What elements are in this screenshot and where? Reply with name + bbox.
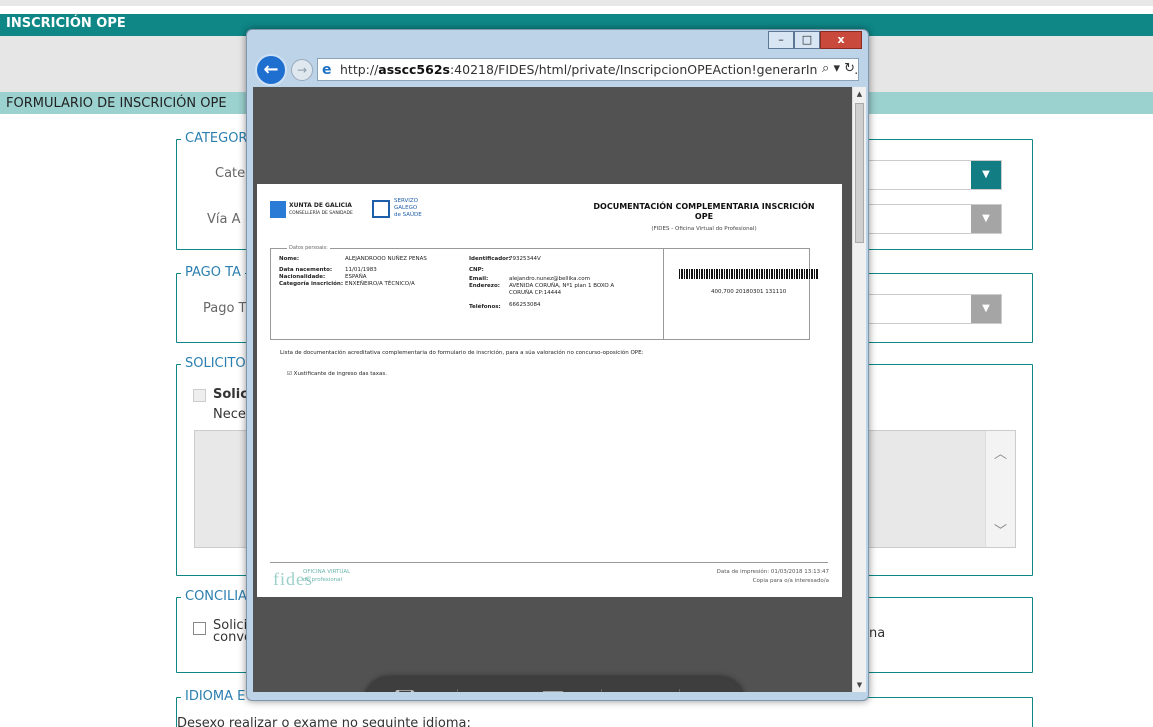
- conciliacion-checkbox[interactable]: [193, 622, 206, 635]
- scroll-thumb[interactable]: [855, 103, 864, 243]
- pdf-page: XUNTA DE GALICIA CONSELLERÍA DE SANIDADE…: [257, 184, 842, 597]
- toolbar-separator: [457, 689, 458, 692]
- box-divider: [663, 249, 664, 339]
- print-icon[interactable]: ⎙: [423, 689, 439, 692]
- chevron-down-icon: ▼: [971, 205, 1001, 233]
- field-label: Nacionalidade:: [279, 274, 326, 280]
- service-name-1: SERVIZO: [394, 198, 418, 204]
- url-prefix: http://: [340, 62, 379, 77]
- adobe-icon[interactable]: ⅄: [693, 689, 705, 692]
- window-controls: – □ x: [768, 31, 862, 49]
- pago-label: Pago T: [203, 301, 247, 316]
- chevron-down-icon: ▼: [971, 295, 1001, 323]
- doc-title-line1: DOCUMENTACIÓN COMPLEMENTARIA INSCRICIÓN: [593, 202, 815, 211]
- field-label: CNP:: [469, 267, 484, 273]
- service-name-3: de SAÚDE: [394, 212, 422, 218]
- org-name: XUNTA DE GALICIA: [289, 202, 352, 209]
- fides-logo-sub: OFICINA VIRTUAL do profesional: [303, 568, 350, 584]
- fieldset-legend: CONCILIA: [181, 589, 251, 604]
- page-total: / 4: [569, 691, 585, 692]
- personal-data-legend: Datos persoais:: [287, 245, 330, 251]
- textarea-scrollbar[interactable]: ︿ ﹀: [985, 431, 1015, 547]
- viewer-scrollbar[interactable]: ▲ ▼: [852, 87, 866, 692]
- app-title: INSCRICIÓN OPE: [6, 16, 126, 31]
- page-down-icon[interactable]: ⬇: [501, 689, 518, 692]
- service-name-2: GALEGO: [394, 205, 418, 211]
- zoom-in-icon[interactable]: ✚: [645, 689, 662, 692]
- url-rest: :40218/FIDES/html/private/InscripcionOPE…: [449, 62, 859, 77]
- field-label: Enderezo:: [469, 283, 500, 289]
- solicito-label: Solic: [213, 387, 248, 402]
- print-date: Data de impresión: 01/03/2018 13:13:47: [716, 569, 829, 575]
- personal-data-box: Datos persoais: Nome: ALEJANDROOO NUÑEZ …: [270, 245, 819, 340]
- doc-title-line2: OPE: [694, 212, 714, 221]
- xunta-logo-icon: [270, 201, 286, 218]
- page-number-input[interactable]: 1: [543, 691, 563, 692]
- barcode-number: 400,700 20180301 131110: [711, 289, 787, 295]
- page: INSCRICIÓN OPE FORMULARIO DE INSCRICIÓN …: [0, 0, 1153, 727]
- arrow-left-icon: ←: [263, 59, 279, 80]
- minimize-button[interactable]: –: [768, 31, 794, 49]
- arrow-right-icon: →: [296, 63, 308, 77]
- chevron-up-icon: ︿: [993, 447, 1007, 462]
- zoom-out-icon[interactable]: ━: [615, 689, 627, 692]
- field-value: 666253084: [509, 302, 541, 308]
- conciliacion-label-tail: na: [869, 626, 886, 641]
- fieldset-legend: CATEGOR: [181, 131, 252, 146]
- field-label: Identificador:: [469, 256, 511, 262]
- address-tools[interactable]: ⌕ ▾ ↻: [818, 61, 855, 76]
- url-host: asscc562s: [378, 62, 450, 77]
- pdf-toolbar: 💾︎ ⎙ ⬆ ⬇ 1 / 4 ━ ✚ ⅄: [365, 677, 744, 692]
- fides-logo-sub-2: do profesional: [303, 577, 343, 583]
- back-button[interactable]: ←: [255, 54, 287, 86]
- scroll-up-icon[interactable]: ▲: [853, 87, 866, 101]
- toolbar-separator: [679, 689, 680, 692]
- field-value: ALEJANDROOO NUÑEZ PENAS: [345, 256, 427, 262]
- ie-icon: e: [322, 62, 332, 78]
- list-item: ☑ Xustificante de ingreso das taxas.: [287, 371, 387, 377]
- popup-browser-window: – □ x ← → e http://asscc562s:40218/FIDES…: [246, 29, 869, 701]
- pdf-viewer[interactable]: XUNTA DE GALICIA CONSELLERÍA DE SANIDADE…: [253, 87, 852, 692]
- field-label: Nome:: [279, 256, 300, 262]
- fieldset-legend: IDIOMA E: [181, 689, 250, 704]
- idioma-text: Desexo realizar o exame no seguinte idio…: [177, 716, 471, 727]
- form-title: FORMULARIO DE INSCRICIÓN OPE: [6, 96, 227, 111]
- field-value: ENXEÑEIRO/A TÉCNICO/A: [345, 281, 415, 287]
- field-value: ESPAÑA: [345, 274, 367, 280]
- scroll-down-icon[interactable]: ▼: [853, 678, 866, 692]
- close-button[interactable]: x: [820, 31, 862, 49]
- solicito-checkbox[interactable]: [193, 389, 206, 402]
- list-intro: Lista de documentación acreditativa comp…: [280, 350, 644, 356]
- fides-logo-sub-1: OFICINA VIRTUAL: [303, 569, 351, 575]
- field-value: alejandro.nunez@bellika.com: [509, 276, 590, 282]
- org-sub: CONSELLERÍA DE SANIDADE: [289, 211, 353, 216]
- field-label: Teléfonos:: [469, 304, 501, 310]
- save-icon[interactable]: 💾︎: [393, 689, 418, 692]
- field-label: Data nacemento:: [279, 267, 333, 273]
- page-up-icon[interactable]: ⬆: [471, 689, 488, 692]
- necesita-label: Nece: [213, 407, 246, 422]
- maximize-button[interactable]: □: [794, 31, 820, 49]
- copy-note: Copia para o/a interesado/a: [752, 578, 829, 584]
- fieldset-legend: SOLICITO: [181, 356, 250, 371]
- chevron-down-icon: ▼: [971, 161, 1001, 189]
- fieldset-legend: PAGO TA: [181, 265, 245, 280]
- field-value: 11/01/1983: [345, 267, 377, 273]
- chevron-down-icon: ﹀: [993, 524, 1007, 539]
- field-value: 79325344V: [509, 256, 541, 262]
- barcode-icon: [679, 269, 819, 279]
- via-label: Vía A: [207, 212, 241, 227]
- field-value: AVENIDA CORUÑA, Nº1 plan 1 BOXO A CORUÑA…: [509, 283, 615, 296]
- doc-subtitle: (FIDES - Oficina Virtual do Profesional): [651, 226, 757, 232]
- address-bar[interactable]: e http://asscc562s:40218/FIDES/html/priv…: [317, 58, 859, 81]
- toolbar-separator: [601, 689, 602, 692]
- top-strip: [0, 0, 1153, 6]
- doc-title: DOCUMENTACIÓN COMPLEMENTARIA INSCRICIÓN …: [579, 202, 829, 222]
- sergas-logo-icon: [372, 200, 390, 218]
- forward-button[interactable]: →: [291, 59, 313, 81]
- categoria-label: Cate: [215, 166, 246, 181]
- field-label: Categoría inscrición:: [279, 281, 344, 287]
- field-label: Email:: [469, 276, 489, 282]
- footer-divider: [270, 562, 828, 563]
